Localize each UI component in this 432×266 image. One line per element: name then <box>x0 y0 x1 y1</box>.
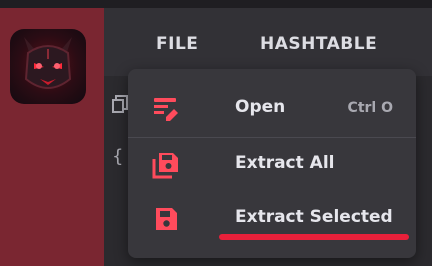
demon-face-logo-icon <box>24 37 72 89</box>
copy-icon[interactable] <box>112 95 128 118</box>
app-logo[interactable] <box>10 29 86 104</box>
save-multiple-icon <box>152 151 180 179</box>
menu-item-open[interactable]: Open Ctrl O <box>128 83 416 135</box>
sidebar <box>0 8 104 266</box>
window-top-strip <box>0 0 432 8</box>
file-dropdown-menu: Open Ctrl O Extract All Extract Selected <box>128 69 416 258</box>
menu-item-label: Extract Selected <box>235 207 393 227</box>
file-menu[interactable]: FILE <box>156 34 198 54</box>
highlight-underline <box>219 234 409 240</box>
edit-document-icon <box>152 95 180 123</box>
menu-divider <box>128 137 416 138</box>
menu-item-label: Open <box>235 97 286 117</box>
save-icon <box>152 205 180 233</box>
hashtable-menu[interactable]: HASHTABLE <box>260 34 377 54</box>
braces-icon[interactable]: { <box>112 146 123 167</box>
menu-item-label: Extract All <box>235 153 335 173</box>
shortcut-hint: Ctrl O <box>347 100 393 116</box>
menu-item-extract-all[interactable]: Extract All <box>128 139 416 191</box>
